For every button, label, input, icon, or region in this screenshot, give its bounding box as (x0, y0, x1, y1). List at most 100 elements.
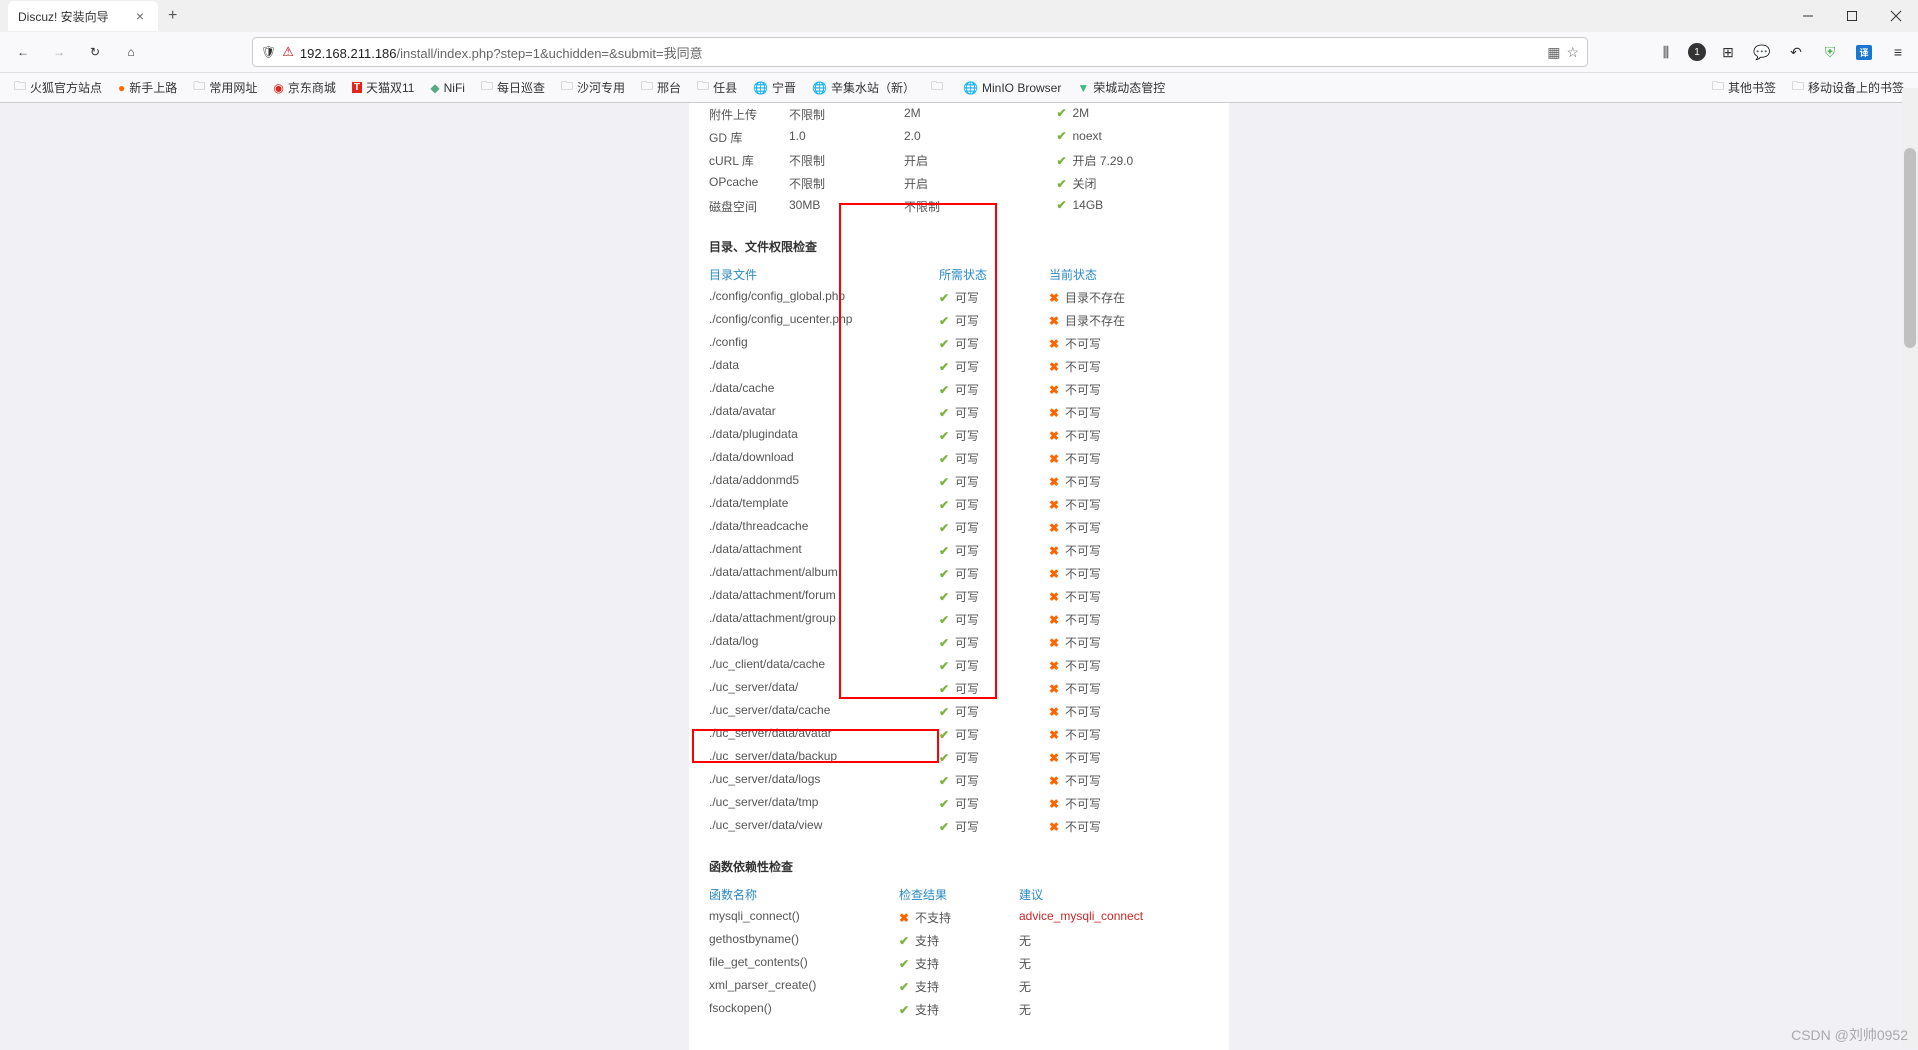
cross-icon: ✖ (1049, 291, 1061, 305)
cross-icon: ✖ (899, 911, 911, 925)
check-icon: ✔ (939, 291, 951, 305)
cross-icon: ✖ (1049, 728, 1061, 742)
minimize-button[interactable] (1786, 0, 1830, 32)
perm-cur: ✖不可写 (1049, 496, 1209, 513)
lock-insecure-icon[interactable]: ⚠ (282, 44, 294, 60)
perm-path: ./uc_server/data/cache (709, 703, 939, 720)
home-button[interactable]: ⌂ (116, 37, 146, 67)
bookmark-item[interactable]: 🗀 (925, 74, 953, 101)
perm-path: ./uc_client/data/cache (709, 657, 939, 674)
bookmark-item[interactable]: 🗀邢台 (635, 74, 687, 101)
perm-path: ./data/template (709, 496, 939, 513)
perm-cur: ✖不可写 (1049, 565, 1209, 582)
func-row: file_get_contents()✔支持无 (709, 952, 1209, 975)
bookmark-item[interactable]: 🗀火狐官方站点 (8, 74, 108, 101)
bookmark-item[interactable]: 🌐MinIO Browser (957, 74, 1067, 101)
bookmark-item[interactable]: 🗀常用网址 (187, 74, 263, 101)
perm-cur: ✖不可写 (1049, 473, 1209, 490)
forward-button[interactable]: → (44, 37, 74, 67)
bookmark-item[interactable]: ◉京东商城 (267, 74, 342, 101)
page-content: 附件上传不限制2M✔2MGD 库1.02.0✔noextcURL 库不限制开启✔… (0, 103, 1918, 1050)
bookmark-item[interactable]: ▼荣城动态管控 (1071, 74, 1171, 101)
bookmark-label: 每日巡查 (497, 79, 545, 96)
perm-path: ./config/config_ucenter.php (709, 312, 939, 329)
bookmark-item[interactable]: 🗀任县 (691, 74, 743, 101)
bookmark-label: 沙河专用 (577, 79, 625, 96)
func-header-advice: 建议 (1019, 886, 1043, 903)
shield-icon[interactable]: 🛡 (261, 45, 276, 59)
close-tab-icon[interactable]: × (132, 8, 148, 24)
extension-icon[interactable]: ⊞ (1716, 40, 1740, 64)
bookmarks-bar: 🗀火狐官方站点●新手上路🗀常用网址◉京东商城T天猫双11◆NiFi🗀每日巡查🗀沙… (0, 72, 1918, 102)
perm-path: ./data/plugindata (709, 427, 939, 444)
extension-badge-icon[interactable]: 1 (1688, 43, 1706, 61)
perm-cur: ✖不可写 (1049, 427, 1209, 444)
check-icon: ✔ (1057, 177, 1069, 191)
perm-path: ./uc_server/data/tmp (709, 795, 939, 812)
perm-row: ./uc_server/data/view✔可写✖不可写 (709, 815, 1209, 838)
func-name: xml_parser_create() (709, 978, 899, 995)
check-icon: ✔ (899, 957, 911, 971)
url-bar[interactable]: 🛡 ⚠ 192.168.211.186/install/index.php?st… (252, 37, 1588, 67)
env-cur: ✔开启 7.29.0 (1057, 152, 1210, 169)
bookmark-item[interactable]: 🌐辛集水站（新） (806, 74, 921, 101)
chat-icon[interactable]: 💬 (1750, 40, 1774, 64)
perm-row: ./data/threadcache✔可写✖不可写 (709, 516, 1209, 539)
perm-row: ./data/log✔可写✖不可写 (709, 631, 1209, 654)
bookmark-item[interactable]: 🗀移动设备上的书签 (1786, 74, 1910, 101)
ublock-icon[interactable]: ⛨ (1818, 40, 1842, 64)
perm-cur: ✖不可写 (1049, 703, 1209, 720)
check-icon: ✔ (939, 521, 951, 535)
perm-path: ./data (709, 358, 939, 375)
env-name: cURL 库 (709, 152, 789, 169)
func-check-title: 函数依赖性检查 (709, 858, 1209, 875)
cross-icon: ✖ (1049, 613, 1061, 627)
env-req: 不限制 (789, 106, 904, 123)
env-best: 2M (904, 106, 1057, 123)
env-row: GD 库1.02.0✔noext (709, 126, 1209, 149)
bookmark-star-icon[interactable]: ☆ (1566, 44, 1579, 61)
perm-path: ./data/addonmd5 (709, 473, 939, 490)
bookmark-label: 常用网址 (209, 79, 257, 96)
env-best: 2.0 (904, 129, 1057, 146)
check-icon: ✔ (939, 452, 951, 466)
bookmark-item[interactable]: 🗀沙河专用 (555, 74, 631, 101)
cross-icon: ✖ (1049, 567, 1061, 581)
bookmark-label: 移动设备上的书签 (1808, 79, 1904, 96)
bookmark-item[interactable]: 🌐宁晋 (747, 74, 802, 101)
perm-row: ./data/cache✔可写✖不可写 (709, 378, 1209, 401)
perm-path: ./data/threadcache (709, 519, 939, 536)
func-advice: 无 (1019, 955, 1031, 972)
perm-path: ./data/avatar (709, 404, 939, 421)
translate-ext-icon[interactable]: 译 (1852, 40, 1876, 64)
func-advice: 无 (1019, 1001, 1031, 1018)
perm-req: ✔可写 (939, 450, 1049, 467)
env-cur: ✔关闭 (1057, 175, 1210, 192)
back-button[interactable]: ← (8, 37, 38, 67)
perm-req: ✔可写 (939, 335, 1049, 352)
perm-req: ✔可写 (939, 381, 1049, 398)
scrollbar-track[interactable] (1902, 88, 1918, 1049)
perm-row: ./config/config_global.php✔可写✖目录不存在 (709, 286, 1209, 309)
perm-row: ./data/attachment/forum✔可写✖不可写 (709, 585, 1209, 608)
library-icon[interactable]: ⫼ (1654, 40, 1678, 64)
bookmark-item[interactable]: ●新手上路 (112, 74, 183, 101)
menu-button[interactable]: ≡ (1886, 40, 1910, 64)
perm-req: ✔可写 (939, 496, 1049, 513)
env-row: 附件上传不限制2M✔2M (709, 103, 1209, 126)
new-tab-button[interactable]: + (158, 7, 187, 25)
bookmark-item[interactable]: 🗀每日巡查 (475, 74, 551, 101)
check-icon: ✔ (1057, 106, 1069, 120)
undo-icon[interactable]: ↶ (1784, 40, 1808, 64)
bookmark-item[interactable]: ◆NiFi (424, 74, 471, 101)
close-window-button[interactable] (1874, 0, 1918, 32)
browser-tab[interactable]: Discuz! 安装向导 × (8, 1, 158, 31)
bookmark-item[interactable]: 🗀其他书签 (1706, 74, 1782, 101)
scrollbar-thumb[interactable] (1904, 148, 1916, 348)
url-text: 192.168.211.186/install/index.php?step=1… (300, 43, 1541, 62)
maximize-button[interactable] (1830, 0, 1874, 32)
bookmark-item[interactable]: T天猫双11 (346, 74, 421, 101)
cross-icon: ✖ (1049, 544, 1061, 558)
qr-icon[interactable]: ▦ (1547, 44, 1560, 61)
reload-button[interactable]: ↻ (80, 37, 110, 67)
